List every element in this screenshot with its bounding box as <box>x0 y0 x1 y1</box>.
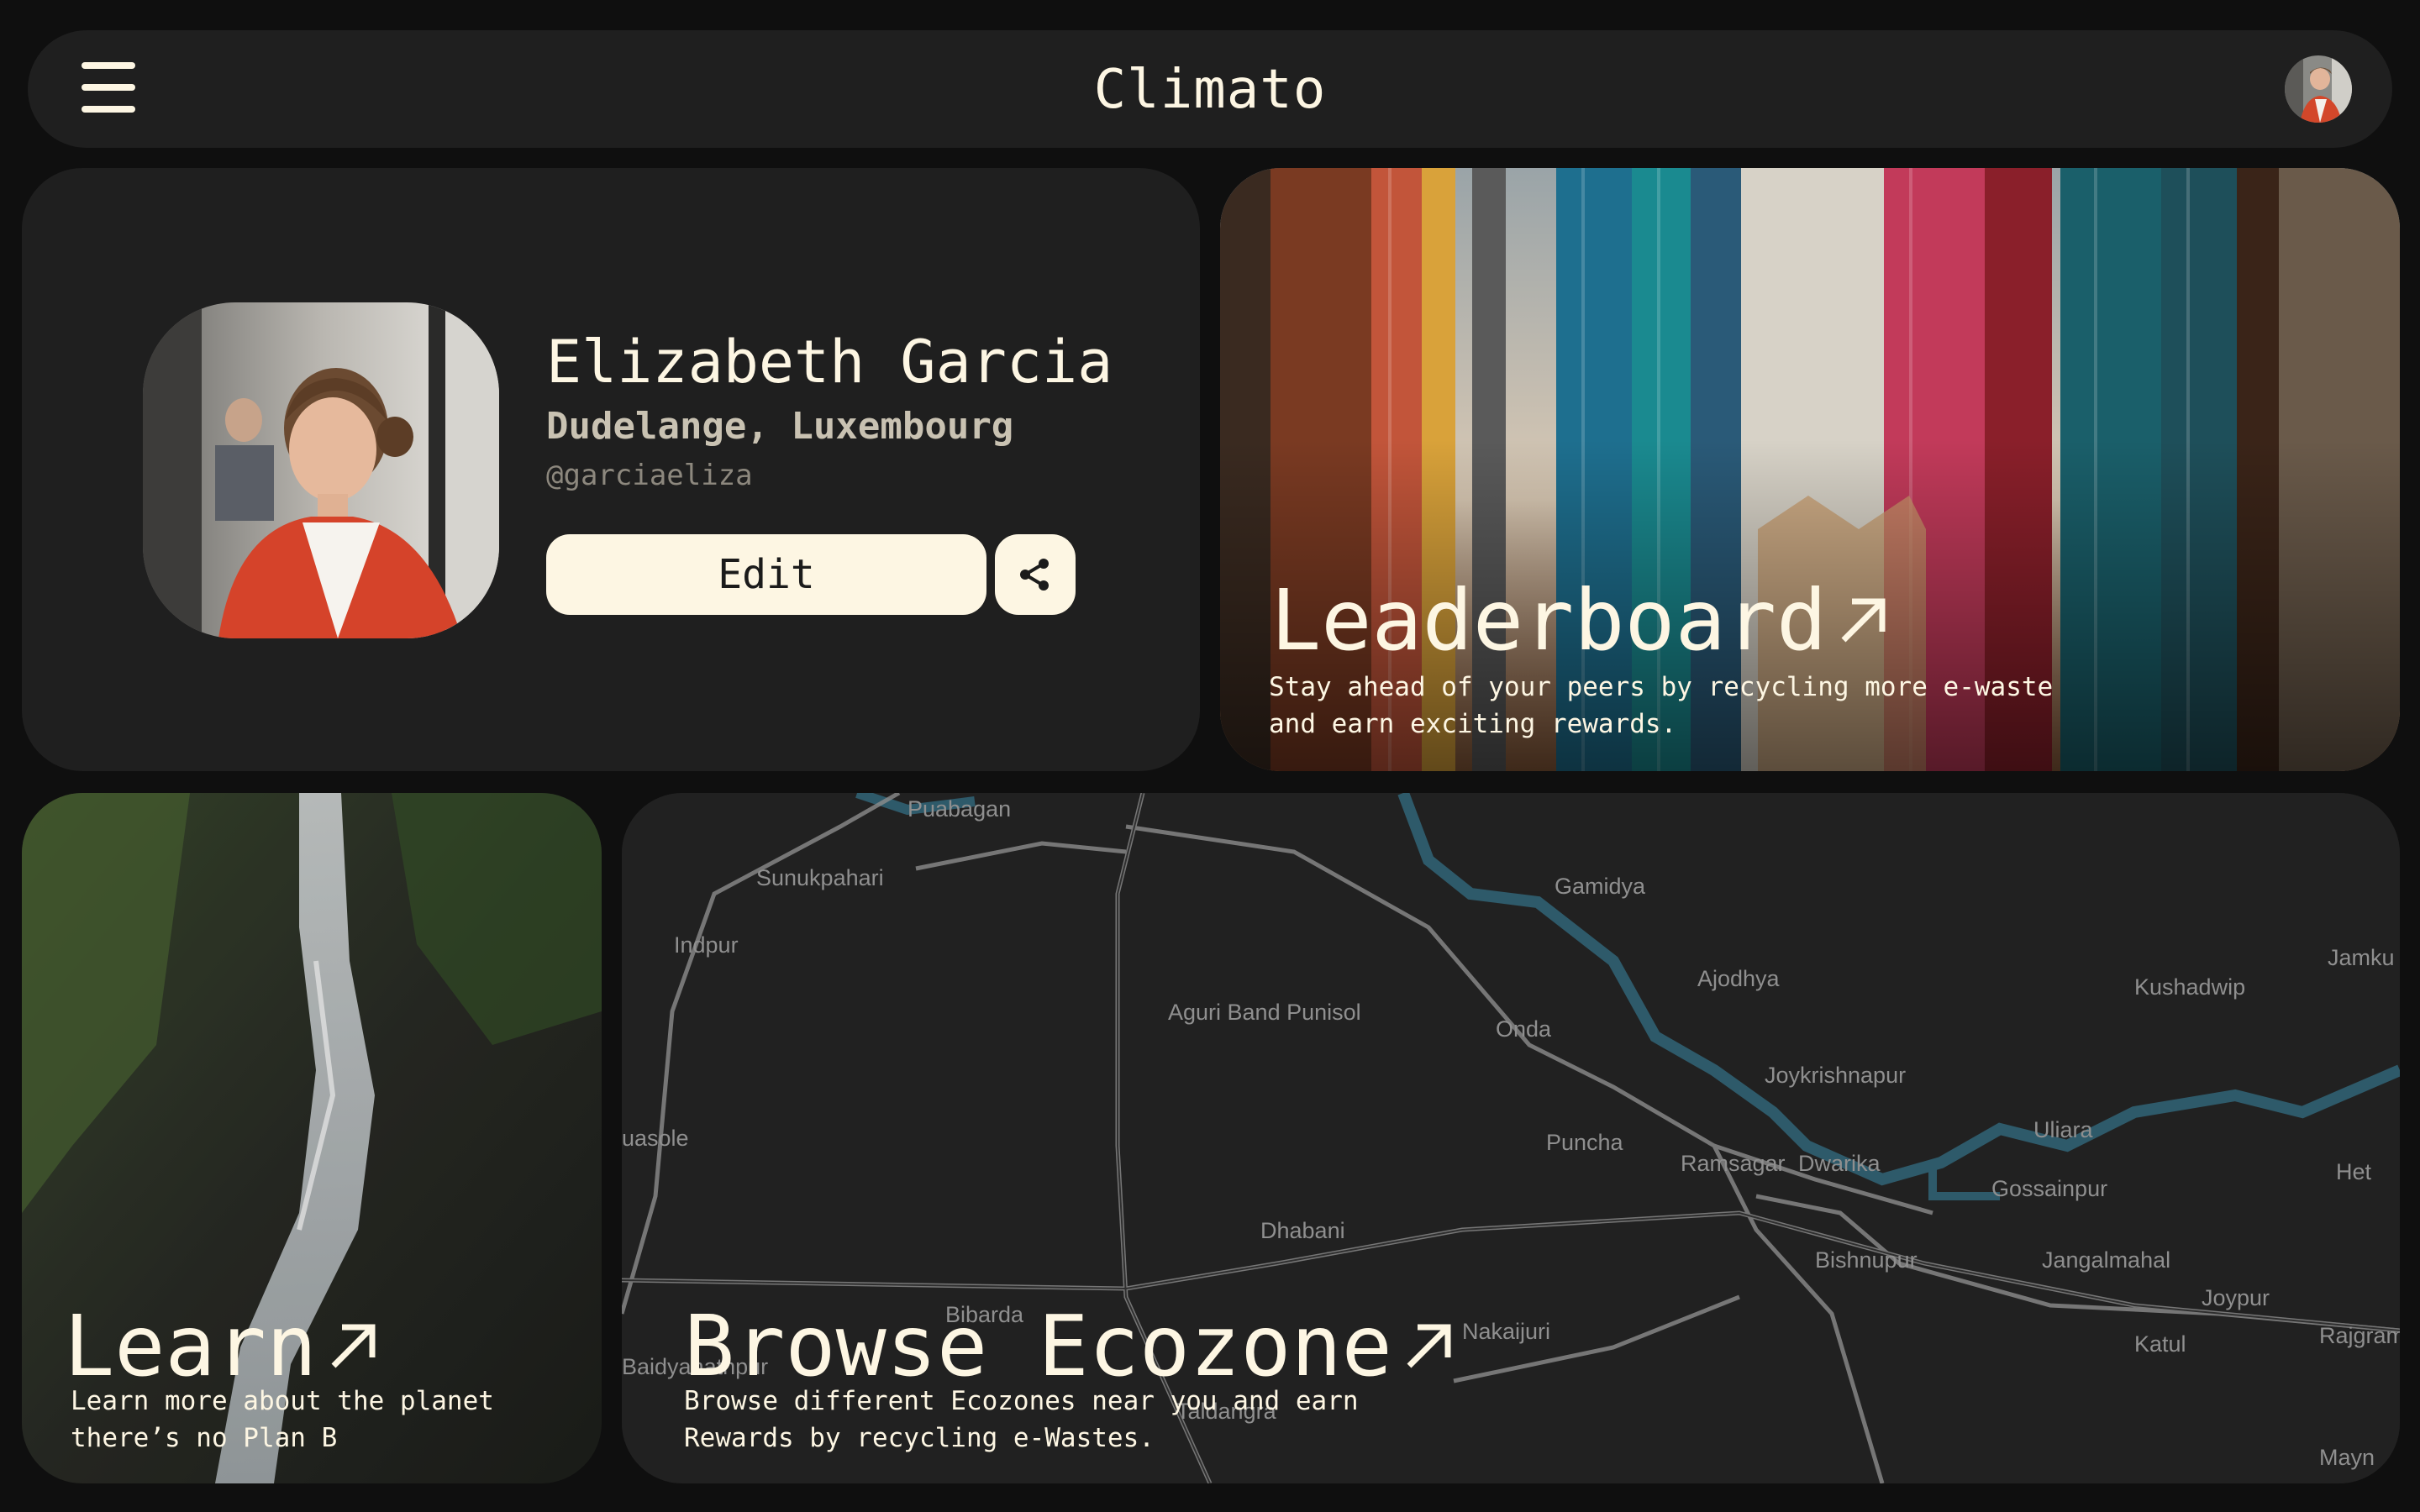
top-bar: Climato <box>28 30 2392 148</box>
map-place-label: Nakaijuri <box>1462 1319 1550 1344</box>
map-place-label: Mayn <box>2319 1445 2375 1470</box>
map-place-label: Ramsagar <box>1681 1151 1786 1176</box>
ecozone-card[interactable]: Puabagan Sunukpahari Indpur Gamidya Ajodhya K… <box>622 793 2400 1483</box>
profile-handle: @garciaeliza <box>546 459 753 492</box>
ecozone-title: Browse Ecozone <box>684 1297 1456 1395</box>
map-place-label: Ajodhya <box>1697 966 1781 991</box>
map-place-label: Aguri Band Punisol <box>1168 1000 1361 1025</box>
profile-location: Dudelange, Luxembourg <box>546 405 1014 448</box>
learn-subtitle: Learn more about the planet there’s no P… <box>71 1386 494 1453</box>
leaderboard-title: Leaderboard <box>1270 571 1891 669</box>
leaderboard-title-text: Leaderboard <box>1270 571 1828 669</box>
user-avatar[interactable] <box>2285 55 2352 123</box>
map-place-label: Gamidya <box>1555 874 1646 899</box>
map-place-label: Dwarika <box>1798 1151 1881 1176</box>
map-place-label: Joykrishnapur <box>1765 1063 1906 1088</box>
app-root: Climato Elizabeth Garcia Dudelange, Luxe… <box>0 0 2420 1512</box>
map-place-label: Gossainpur <box>1991 1176 2107 1201</box>
map-place-label: Indpur <box>674 932 739 958</box>
map-place-label: Jangalmahal <box>2042 1247 2170 1273</box>
learn-title: Learn <box>64 1297 381 1395</box>
map-place-label: Katul <box>2134 1331 2186 1357</box>
map-place-label: uasole <box>622 1126 689 1151</box>
learn-title-text: Learn <box>64 1297 318 1395</box>
ecozone-title-text: Browse Ecozone <box>684 1297 1392 1395</box>
share-button[interactable] <box>995 534 1076 615</box>
map-place-label: Bishnupur <box>1815 1247 1918 1273</box>
map-place-label: Jamku <box>2328 945 2395 970</box>
profile-photo <box>143 302 499 638</box>
map-place-label: Onda <box>1496 1016 1552 1042</box>
edit-profile-button[interactable]: Edit <box>546 534 986 615</box>
map-place-label: Het <box>2336 1159 2372 1184</box>
arrow-up-right-icon <box>1407 1324 1451 1368</box>
map-place-label: Uliara <box>2033 1117 2094 1142</box>
map-place-label: Rajgram <box>2319 1323 2400 1348</box>
profile-name: Elizabeth Garcia <box>546 328 1113 396</box>
leaderboard-card[interactable]: Leaderboard Stay ahead of your peers by … <box>1220 168 2400 771</box>
app-title: Climato <box>1093 59 1327 121</box>
map-place-label: Kushadwip <box>2134 974 2245 1000</box>
map-place-label: Sunukpahari <box>756 865 884 890</box>
learn-card[interactable]: Learn Learn more about the planet there’… <box>22 793 602 1483</box>
ecozone-subtitle: Browse different Ecozones near you and e… <box>684 1386 1359 1453</box>
map-place-label: Joypur <box>2202 1285 2270 1310</box>
map-place-label: Puncha <box>1546 1130 1624 1155</box>
share-icon <box>1020 559 1049 591</box>
leaderboard-subtitle: Stay ahead of your peers by recycling mo… <box>1269 672 2054 739</box>
arrow-up-right-icon <box>331 1324 376 1368</box>
map-place-label: Dhabani <box>1260 1218 1345 1243</box>
profile-card: Elizabeth Garcia Dudelange, Luxembourg @… <box>22 168 1200 771</box>
arrow-up-right-icon <box>1841 598 1886 642</box>
map-place-label: Puabagan <box>908 796 1011 822</box>
